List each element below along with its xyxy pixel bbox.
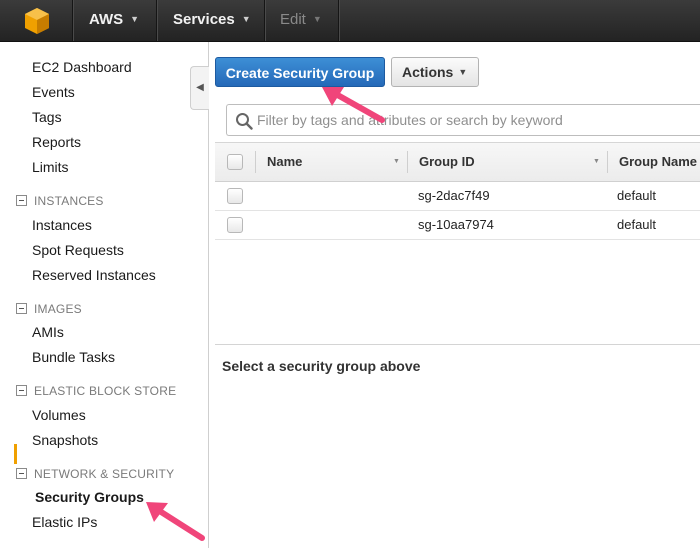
table-row[interactable]: sg-2dac7f49 default (215, 182, 700, 211)
edit-menu-label: Edit (280, 11, 306, 28)
top-navigation-bar: AWS ▼ Services ▼ Edit ▼ (0, 0, 700, 42)
actions-button[interactable]: Actions ▼ (391, 57, 479, 87)
search-placeholder: Filter by tags and attributes or search … (257, 112, 563, 128)
sidebar-item-bundle-tasks[interactable]: Bundle Tasks (32, 349, 115, 365)
search-icon (236, 113, 253, 130)
services-menu[interactable]: Services ▼ (173, 11, 251, 28)
collapse-icon (16, 195, 27, 206)
collapse-sidebar-button[interactable]: ◀ (190, 66, 209, 110)
sidebar-item-reports[interactable]: Reports (32, 134, 81, 150)
search-input[interactable]: Filter by tags and attributes or search … (226, 104, 700, 136)
column-divider (255, 151, 256, 173)
select-all-checkbox[interactable] (227, 154, 243, 170)
section-instances[interactable]: INSTANCES (16, 194, 104, 208)
detail-pane-message: Select a security group above (222, 358, 421, 374)
column-header-name[interactable]: Name (267, 154, 302, 169)
sidebar-item-elastic-ips[interactable]: Elastic IPs (32, 514, 97, 530)
collapse-icon (16, 385, 27, 396)
detail-pane-divider[interactable] (215, 344, 700, 345)
security-groups-table: Name ▼ Group ID ▼ Group Name sg-2dac7f49… (215, 142, 700, 344)
section-network-security[interactable]: NETWORK & SECURITY (16, 467, 174, 481)
topbar-divider (156, 0, 157, 41)
row-checkbox[interactable] (227, 217, 243, 233)
sidebar-item-limits[interactable]: Limits (32, 159, 69, 175)
sidebar-item-snapshots[interactable]: Snapshots (32, 432, 98, 448)
chevron-down-icon: ▼ (312, 14, 322, 24)
services-menu-label: Services (173, 11, 235, 28)
actions-button-label: Actions (402, 64, 454, 80)
sort-icon[interactable]: ▼ (393, 158, 400, 165)
sidebar-item-ec2-dashboard[interactable]: EC2 Dashboard (32, 59, 132, 75)
sidebar-item-instances[interactable]: Instances (32, 217, 92, 233)
chevron-left-icon: ◀ (196, 82, 204, 93)
section-images[interactable]: IMAGES (16, 302, 82, 316)
section-title: INSTANCES (34, 194, 104, 208)
section-title: IMAGES (34, 302, 82, 316)
section-title: ELASTIC BLOCK STORE (34, 384, 177, 398)
sidebar-item-events[interactable]: Events (32, 84, 75, 100)
cell-group-id: sg-10aa7974 (418, 217, 494, 232)
column-divider (607, 151, 608, 173)
column-header-group-id[interactable]: Group ID (419, 154, 475, 169)
sort-icon[interactable]: ▼ (593, 158, 600, 165)
chevron-down-icon: ▼ (130, 14, 140, 24)
create-security-group-button[interactable]: Create Security Group (215, 57, 385, 87)
column-header-group-name[interactable]: Group Name (619, 154, 697, 169)
sidebar-item-volumes[interactable]: Volumes (32, 407, 86, 423)
topbar-divider (72, 0, 73, 41)
cell-group-name: default (617, 217, 657, 232)
topbar-divider (338, 0, 339, 41)
sidebar-item-reserved-instances[interactable]: Reserved Instances (32, 267, 156, 283)
table-header: Name ▼ Group ID ▼ Group Name (215, 142, 700, 182)
section-elastic-block-store[interactable]: ELASTIC BLOCK STORE (16, 384, 176, 398)
table-row[interactable]: sg-10aa7974 default (215, 211, 700, 240)
sidebar-item-amis[interactable]: AMIs (32, 324, 64, 340)
collapse-icon (16, 303, 27, 314)
sidebar-item-security-groups[interactable]: Security Groups (35, 489, 144, 505)
edit-menu[interactable]: Edit ▼ (280, 11, 322, 28)
topbar-divider (264, 0, 265, 41)
annotation-arrow-icon (322, 87, 385, 123)
chevron-down-icon: ▼ (458, 67, 468, 77)
aws-menu[interactable]: AWS ▼ (89, 11, 139, 28)
column-divider (407, 151, 408, 173)
cell-group-id: sg-2dac7f49 (418, 188, 490, 203)
row-checkbox[interactable] (227, 188, 243, 204)
chevron-down-icon: ▼ (241, 14, 251, 24)
sidebar-item-spot-requests[interactable]: Spot Requests (32, 242, 124, 258)
cell-group-name: default (617, 188, 657, 203)
annotation-arrow-icon (146, 502, 205, 541)
sidebar-item-tags[interactable]: Tags (32, 109, 62, 125)
collapse-icon (16, 468, 27, 479)
aws-logo-icon[interactable] (22, 6, 52, 36)
active-indicator (14, 444, 17, 464)
aws-menu-label: AWS (89, 11, 124, 28)
section-title: NETWORK & SECURITY (34, 467, 175, 481)
